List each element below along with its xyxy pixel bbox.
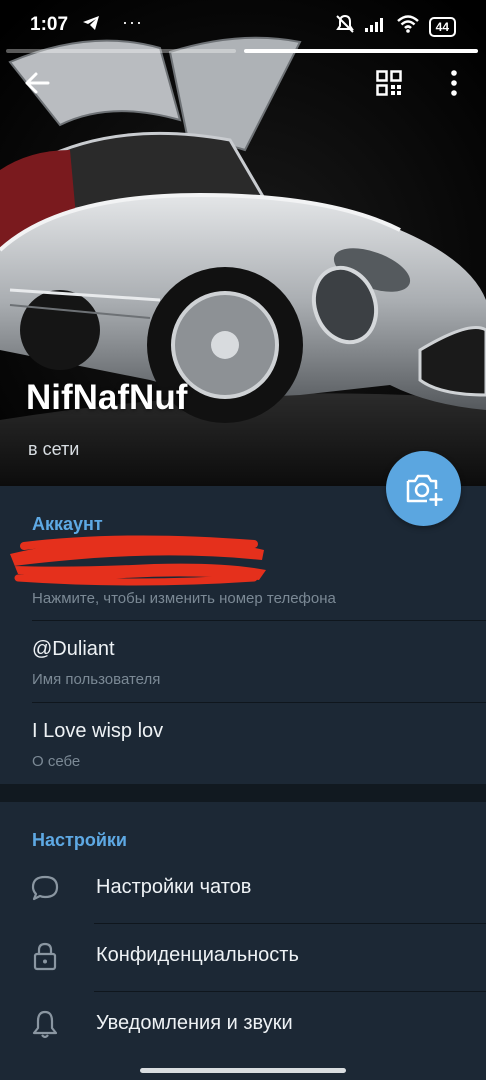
settings-item-privacy[interactable]: Конфиденциальность: [0, 924, 486, 990]
signal-icon: [364, 16, 387, 38]
settings-item-label: Уведомления и звуки: [96, 1012, 293, 1034]
section-gap: [0, 784, 486, 802]
username-hint: Имя пользователя: [32, 671, 161, 688]
settings-section: Настройки Настройки чатов Конфиденциальн…: [0, 802, 486, 1080]
settings-item-label: Конфиденциальность: [96, 944, 299, 966]
profile-name: NifNafNuf: [26, 378, 188, 417]
telegram-icon: [82, 15, 100, 37]
set-photo-button[interactable]: [386, 451, 461, 526]
divider: [32, 702, 486, 703]
mute-icon: [335, 14, 355, 40]
chat-bubble-icon: [31, 875, 59, 901]
status-time: 1:07: [30, 14, 69, 35]
username-value[interactable]: @Duliant: [32, 638, 115, 661]
bio-value[interactable]: I Love wisp lov: [32, 720, 163, 743]
bio-hint: О себе: [32, 753, 81, 770]
wifi-icon: [396, 15, 419, 39]
lock-icon: [33, 942, 57, 971]
settings-item-chats[interactable]: Настройки чатов: [0, 856, 486, 922]
photo-progress-segment: [6, 49, 236, 53]
redaction-scribble: [10, 535, 266, 586]
photo-progress-segment-active: [244, 49, 478, 53]
account-section: Аккаунт Нажмите, чтобы изменить номер те…: [0, 486, 486, 784]
phone-hint[interactable]: Нажмите, чтобы изменить номер телефона: [32, 590, 336, 607]
profile-header: 1:07 ··· 44 NifNafNuf в сети: [0, 0, 486, 486]
more-vertical-icon: [451, 70, 457, 96]
profile-status: в сети: [28, 439, 80, 459]
qr-code-button[interactable]: [367, 61, 411, 105]
status-bar: 1:07 ··· 44: [0, 0, 486, 52]
bell-icon: [32, 1010, 58, 1039]
camera-add-icon: [406, 474, 443, 506]
battery-indicator: 44: [428, 17, 456, 37]
back-button[interactable]: [15, 61, 59, 105]
settings-section-title: Настройки: [32, 830, 127, 850]
settings-item-label: Настройки чатов: [96, 876, 252, 898]
qr-code-icon: [376, 70, 402, 96]
settings-item-notifications[interactable]: Уведомления и звуки: [0, 992, 486, 1058]
status-extra: ···: [122, 12, 143, 32]
divider: [32, 620, 486, 621]
arrow-left-icon: [25, 72, 50, 94]
gesture-navigation-bar[interactable]: [140, 1068, 346, 1073]
more-menu-button[interactable]: [432, 61, 476, 105]
